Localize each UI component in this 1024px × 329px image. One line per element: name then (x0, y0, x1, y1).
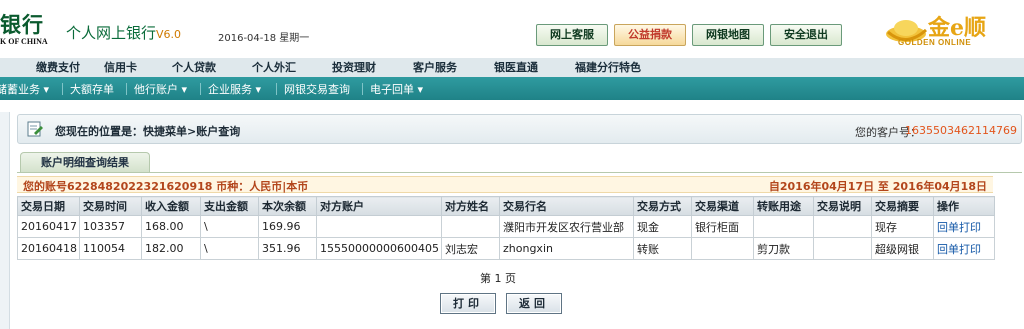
transaction-table: 交易日期 交易时间 收入金额 支出金额 本次余额 对方账户 对方姓名 交易行名 … (17, 196, 995, 260)
cell-date: 20160418 (17, 237, 80, 260)
table-row: 20160418 110054 182.00 \ 351.96 15550000… (17, 237, 995, 260)
col-header-counter-name: 对方姓名 (441, 196, 500, 216)
app-title: 个人网上银行V6.0 (66, 22, 181, 43)
page-indicator: 第 1 页 (480, 272, 516, 285)
charity-button[interactable]: 公益捐款 (614, 24, 686, 46)
cell-income: 168.00 (141, 215, 201, 238)
app-version: V6.0 (156, 28, 182, 41)
table-header-row: 交易日期 交易时间 收入金额 支出金额 本次余额 对方账户 对方姓名 交易行名 … (17, 196, 995, 216)
col-header-summary: 交易摘要 (871, 196, 934, 216)
col-header-description: 交易说明 (813, 196, 872, 216)
nav-forex[interactable]: 个人外汇 (252, 59, 296, 75)
nav-payment[interactable]: 缴费支付 (36, 59, 80, 75)
tab-account-detail-result[interactable]: 账户明细查询结果 (20, 152, 150, 172)
cell-method: 转账 (633, 237, 692, 260)
col-header-counter-account: 对方账户 (316, 196, 442, 216)
app-title-text: 个人网上银行 (66, 24, 157, 42)
subnav-transaction-query[interactable]: 网银交易查询 (284, 81, 350, 97)
cell-purpose: 剪刀款 (753, 237, 814, 260)
subnav-e-receipt[interactable]: 电子回单 ▾ (370, 81, 423, 97)
nav-investment[interactable]: 投资理财 (332, 59, 376, 75)
cell-time: 103357 (79, 215, 142, 238)
account-info-bar: 您的账号6228482022321620918 币种：人民币|本币 自2016年… (17, 176, 993, 193)
col-header-branch: 交易行名 (499, 196, 634, 216)
customer-no-value: 1635503462114769 (905, 124, 1017, 137)
subnav-savings[interactable]: 储蓄业务 ▾ (0, 81, 49, 97)
col-header-method: 交易方式 (633, 196, 692, 216)
cell-balance: 169.96 (258, 215, 317, 238)
cell-action: 回单打印 (933, 215, 995, 238)
cell-expense: \ (200, 237, 259, 260)
left-collapse-strip[interactable] (0, 112, 10, 329)
nav-hospital[interactable]: 银医直通 (494, 59, 538, 75)
breadcrumb: 您现在的位置是：快捷菜单>账户查询 (55, 125, 241, 138)
cell-counter-name (441, 215, 500, 238)
subnav-enterprise[interactable]: 企业服务 ▾ (208, 81, 261, 97)
subnav-other-bank[interactable]: 他行账户 ▾ (134, 81, 187, 97)
cell-channel (691, 237, 754, 260)
golden-online-logo: 金e顺 GOLDEN ONLINE (884, 10, 1024, 52)
cell-counter-account: 15550000000600405 (316, 237, 442, 260)
bank-logo-en: K OF CHINA (0, 37, 48, 46)
bank-logo: 银行 (0, 12, 44, 37)
cell-description (813, 237, 872, 260)
cell-method: 现金 (633, 215, 692, 238)
cell-description (813, 215, 872, 238)
col-header-income: 收入金额 (141, 196, 201, 216)
col-header-expense: 支出金额 (200, 196, 259, 216)
nav-credit-card[interactable]: 信用卡 (104, 59, 137, 75)
cell-counter-name: 刘志宏 (441, 237, 500, 260)
customer-service-button[interactable]: 网上客服 (536, 24, 608, 46)
cell-time: 110054 (79, 237, 142, 260)
subnav-large-deposit[interactable]: 大额存单 (70, 81, 114, 97)
current-date: 2016-04-18 星期一 (218, 33, 310, 44)
cell-branch: zhongxin (499, 237, 634, 260)
subnav-divider (276, 83, 277, 95)
cell-purpose (753, 215, 814, 238)
subnav-divider (126, 83, 127, 95)
location-bar: 您现在的位置是：快捷菜单>账户查询 您的客户号： 163550346211476… (17, 114, 1022, 144)
cell-income: 182.00 (141, 237, 201, 260)
account-number-currency: 您的账号6228482022321620918 币种：人民币|本币 (23, 180, 309, 193)
col-header-action: 操作 (933, 196, 995, 216)
cell-summary: 现存 (871, 215, 934, 238)
cell-action: 回单打印 (933, 237, 995, 260)
col-header-purpose: 转账用途 (753, 196, 814, 216)
subnav-divider (362, 83, 363, 95)
sub-nav: 储蓄业务 ▾ 大额存单 他行账户 ▾ 企业服务 ▾ 网银交易查询 电子回单 ▾ (0, 77, 1024, 100)
logout-button[interactable]: 安全退出 (770, 24, 842, 46)
cell-date: 20160417 (17, 215, 80, 238)
receipt-print-link[interactable]: 回单打印 (937, 243, 981, 256)
cell-expense: \ (200, 215, 259, 238)
cell-branch: 濮阳市开发区农行营业部 (499, 215, 634, 238)
branch-map-button[interactable]: 网银地图 (692, 24, 764, 46)
table-row: 20160417 103357 168.00 \ 169.96 濮阳市开发区农行… (17, 215, 995, 238)
receipt-print-link[interactable]: 回单打印 (937, 221, 981, 234)
subnav-divider (62, 83, 63, 95)
col-header-time: 交易时间 (79, 196, 142, 216)
subnav-divider (200, 83, 201, 95)
query-period: 自2016年04月17日 至 2016年04月18日 (768, 180, 987, 193)
document-icon (27, 121, 43, 137)
col-header-channel: 交易渠道 (691, 196, 754, 216)
cell-balance: 351.96 (258, 237, 317, 260)
back-button[interactable]: 返回 (506, 293, 562, 314)
print-button[interactable]: 打印 (440, 293, 496, 314)
cell-summary: 超级网银 (871, 237, 934, 260)
col-header-balance: 本次余额 (258, 196, 317, 216)
header: 银行 K OF CHINA 个人网上银行V6.0 2016-04-18 星期一 … (0, 0, 1024, 58)
main-nav: 缴费支付 信用卡 个人贷款 个人外汇 投资理财 客户服务 银医直通 福建分行特色 (0, 58, 1024, 77)
cell-channel: 银行柜面 (691, 215, 754, 238)
col-header-date: 交易日期 (17, 196, 80, 216)
cell-counter-account (316, 215, 442, 238)
nav-fujian-special[interactable]: 福建分行特色 (575, 59, 641, 75)
tab-underline (17, 172, 1022, 173)
nav-customer-service[interactable]: 客户服务 (413, 59, 457, 75)
golden-logo-en: GOLDEN ONLINE (898, 38, 972, 47)
nav-personal-loan[interactable]: 个人贷款 (172, 59, 216, 75)
